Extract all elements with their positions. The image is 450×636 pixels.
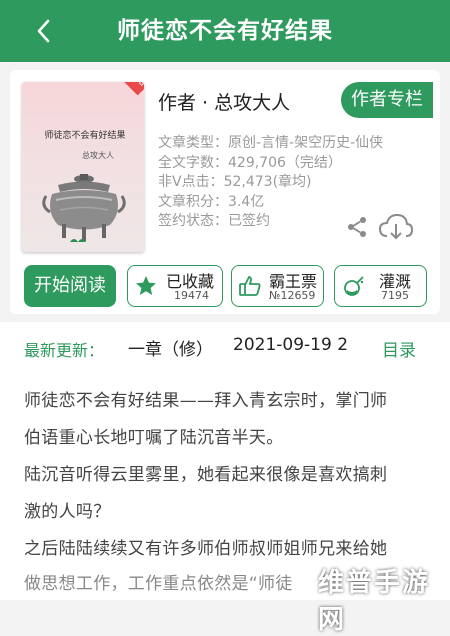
latest-update-row[interactable]: 最新更新： 一章（修） 2021-09-19 2 目录: [0, 322, 450, 374]
ticket-count: №12659: [269, 289, 316, 302]
catalog-link[interactable]: 目录: [382, 336, 416, 361]
watering-icon: [344, 276, 364, 296]
synopsis-line: 激的人吗？: [24, 502, 111, 522]
author-column-button[interactable]: 作者专栏: [341, 82, 433, 118]
incense-burner-illustration: [42, 174, 126, 242]
synopsis-line: 陆沉音听得云里雾里，她看起来很像是喜欢搞刺: [24, 465, 388, 485]
star-icon: [136, 276, 156, 295]
nutrient-button[interactable]: 灌溉 7195: [334, 265, 427, 307]
ticket-button[interactable]: 霸王票 №12659: [231, 265, 324, 307]
top-bar: 师徒恋不会有好结果: [0, 0, 450, 62]
meta-genre: 文章类型：原创-言情-架空历史-仙侠: [158, 135, 384, 151]
nutrient-count: 7195: [381, 289, 409, 302]
cloud-download-icon: [378, 213, 414, 240]
favorite-button[interactable]: 已收藏 19474: [127, 265, 223, 307]
favorite-count: 19474: [174, 289, 209, 302]
meta-clicks: 非V点击：52,473(章均): [158, 174, 312, 190]
latest-update-label: 最新更新：: [24, 341, 105, 360]
synopsis-line: 之后陆陆续续又有许多师伯师叔师姐师兄来给她: [24, 539, 388, 559]
start-reading-button[interactable]: 开始阅读: [24, 265, 116, 307]
author-name[interactable]: 作者 · 总攻大人: [158, 88, 290, 115]
meta-score: 文章积分：3.4亿: [158, 193, 265, 210]
meta-word-count: 全文字数：429,706（完结）: [158, 154, 342, 171]
latest-update-date: 2021-09-19 2: [233, 335, 349, 355]
synopsis-line: 伯语重心长地叮嘱了陆沉音半天。: [24, 428, 284, 448]
book-cover[interactable]: 完结 师徒恋不会有好结果 总攻大人: [22, 82, 144, 252]
site-watermark: 维普手游网: [318, 568, 431, 635]
thumbs-up-icon: [239, 276, 261, 296]
download-button[interactable]: [378, 212, 414, 242]
synopsis-line: 做思想工作，工作重点依然是“师徒: [24, 574, 293, 594]
share-button[interactable]: [345, 215, 369, 239]
synopsis-line: 师徒恋不会有好结果——拜入青玄宗时，掌门师: [24, 391, 388, 411]
latest-chapter-title[interactable]: 一章（修）: [128, 335, 213, 360]
page-title: 师徒恋不会有好结果: [117, 18, 333, 44]
share-icon: [348, 217, 366, 237]
